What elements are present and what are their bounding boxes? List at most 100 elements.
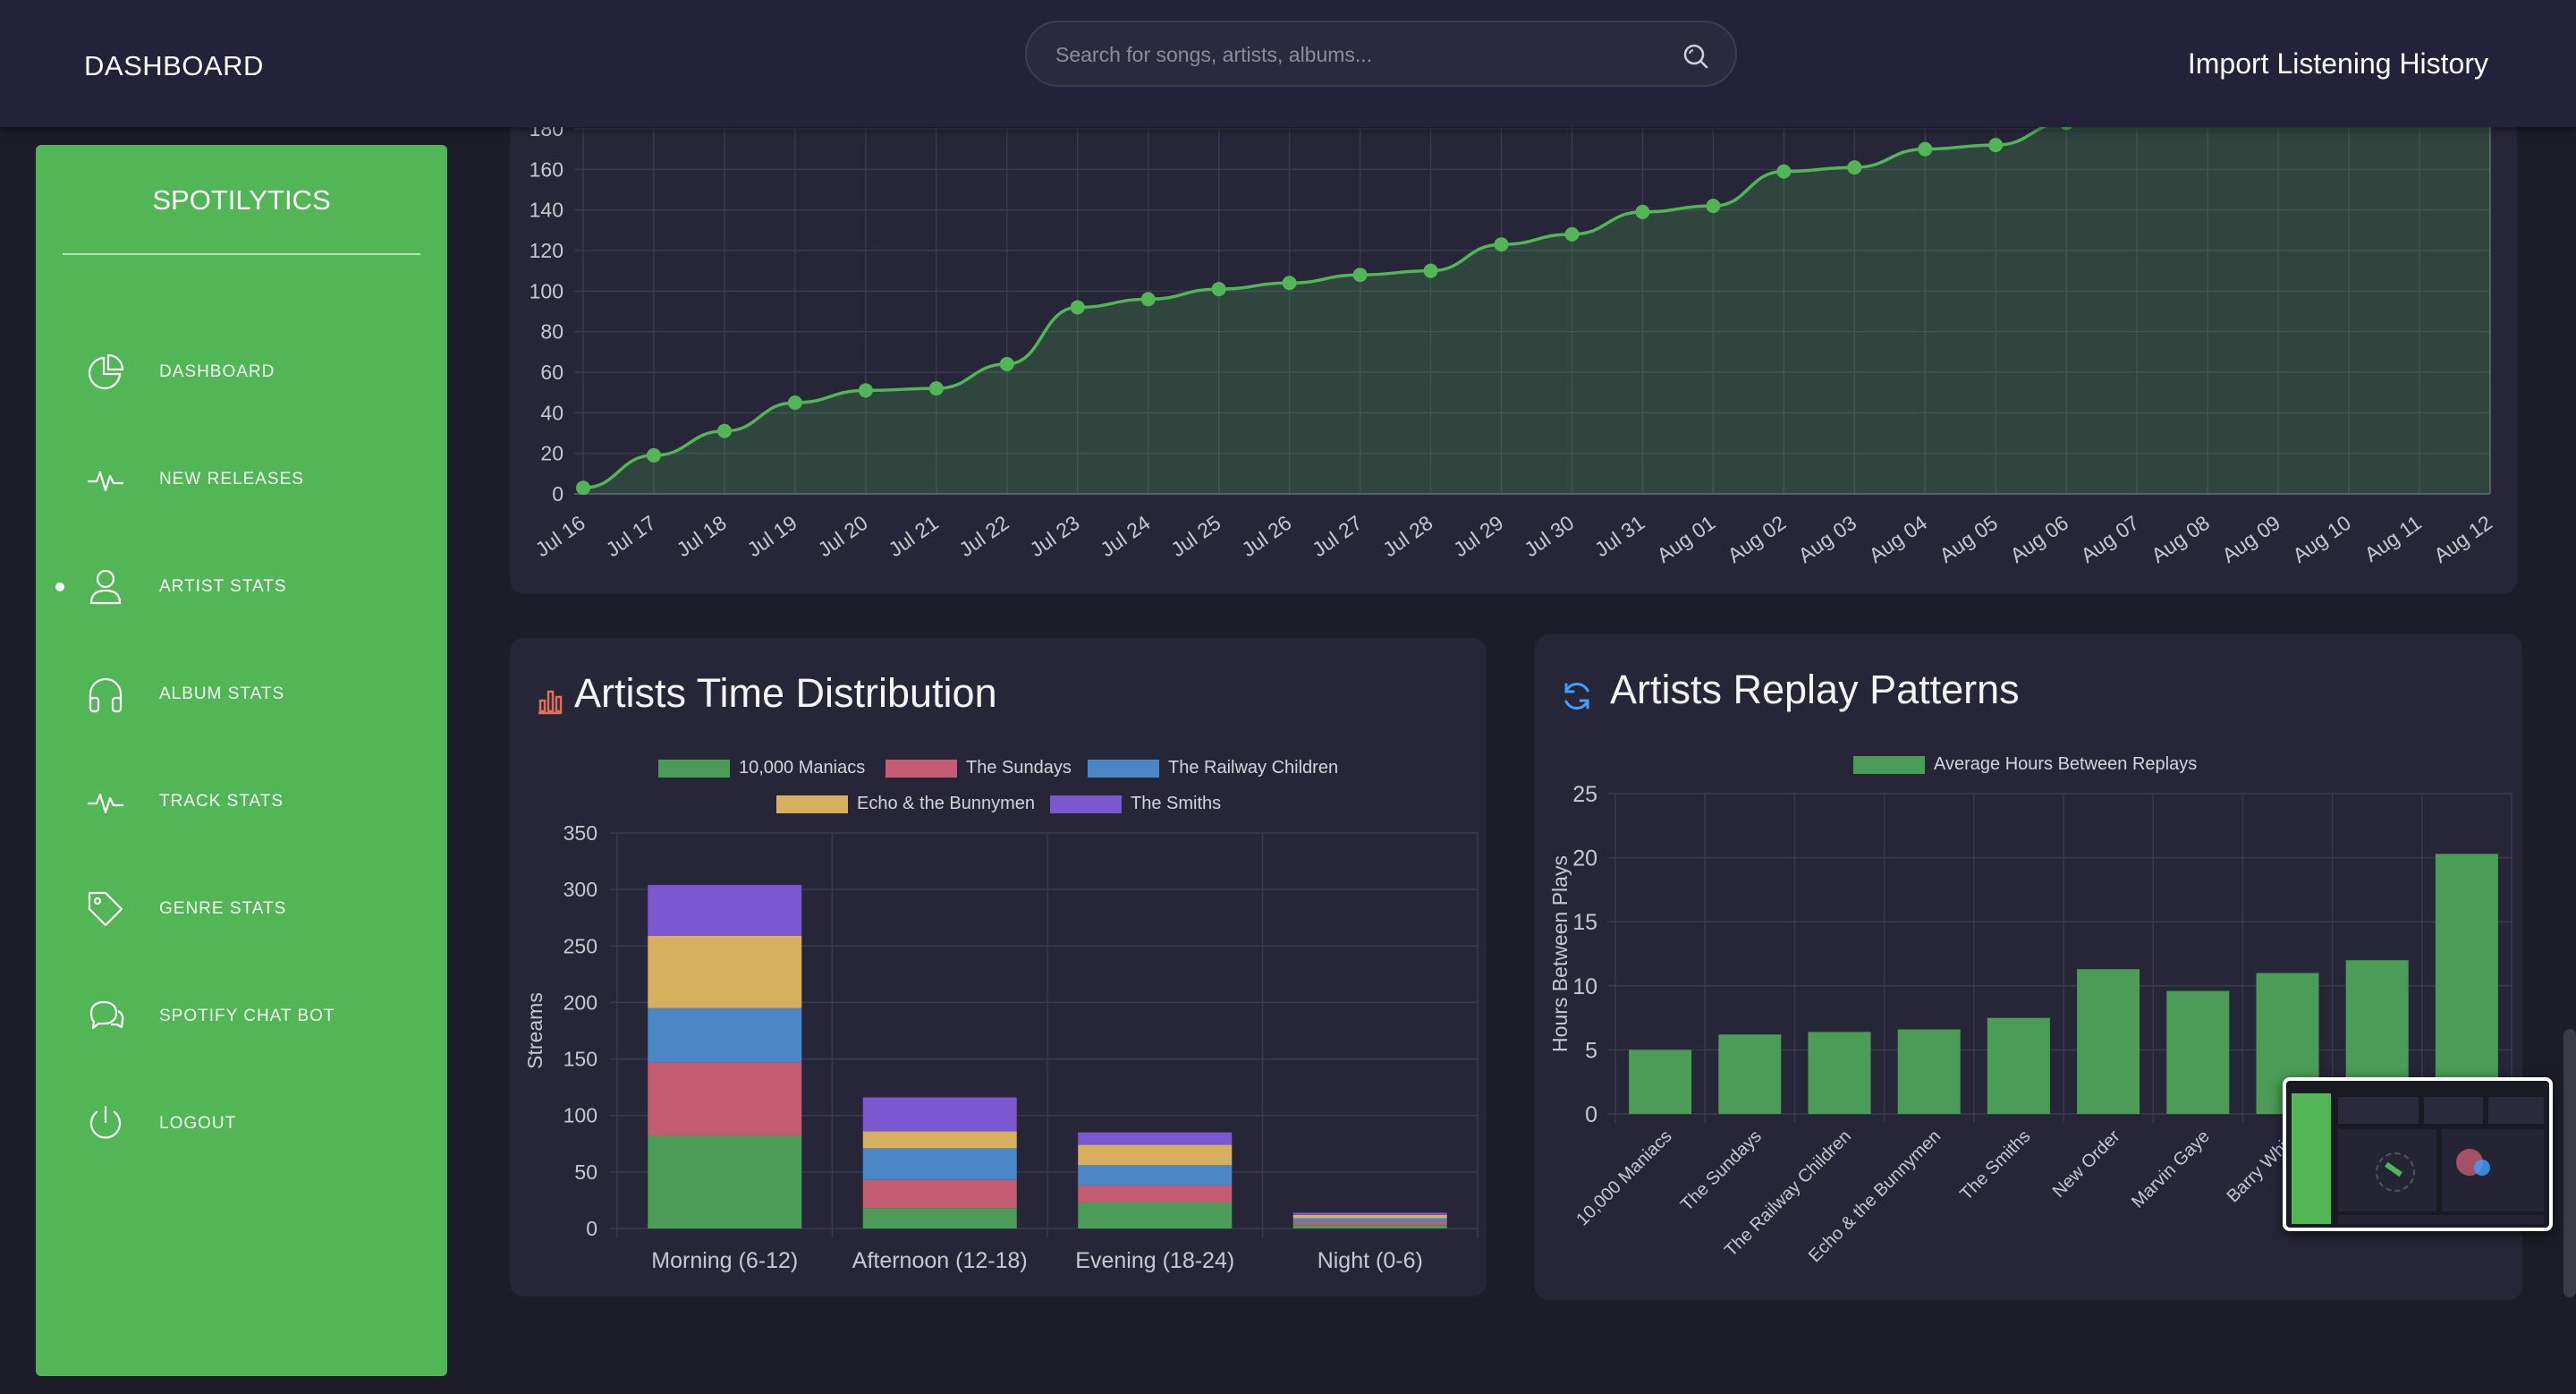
- sidebar-item-new-releases[interactable]: NEW RELEASES: [36, 444, 447, 515]
- x-tick-label: Aug 02: [1724, 511, 1791, 567]
- y-tick-label: 250: [564, 934, 597, 957]
- y-tick-label: 350: [564, 821, 597, 845]
- bar-segment: [1078, 1165, 1233, 1186]
- data-point: [858, 383, 873, 398]
- bar-segment: [1292, 1214, 1447, 1219]
- sidebar-item-logout[interactable]: LOGOUT: [36, 1088, 447, 1160]
- sidebar-item-genre-stats[interactable]: GENRE STATS: [36, 873, 447, 945]
- x-tick-label: Jul 27: [1308, 511, 1366, 562]
- sidebar-item-dashboard[interactable]: DASHBOARD: [36, 336, 447, 408]
- chat-icon: [86, 997, 125, 1036]
- thumbnail-panel: [2424, 1097, 2483, 1124]
- x-tick-label: Aug 11: [2360, 511, 2426, 566]
- y-tick-label: 25: [1572, 782, 1597, 807]
- sidebar: SPOTILYTICS DASHBOARD NEW RELEASES ARTIS…: [36, 145, 447, 1376]
- y-tick-label: 40: [540, 401, 564, 424]
- cumulative-streams-line-chart: 020406080100120140160180Jul 16 Jul 17 Jul …: [530, 54, 2496, 567]
- pie-chart-icon: [86, 353, 125, 392]
- sidebar-title: SPOTILYTICS: [152, 184, 331, 216]
- x-tick-label: Night (0-6): [1318, 1248, 1423, 1273]
- y-tick-label: 80: [540, 320, 564, 344]
- bar-segment: [1078, 1144, 1233, 1166]
- bar: [2166, 990, 2230, 1114]
- y-tick-label: 0: [1585, 1102, 1597, 1127]
- x-tick-label: Jul 18: [673, 511, 731, 562]
- sidebar-item-label: ARTIST STATS: [159, 577, 287, 596]
- bar-segment: [648, 935, 802, 1008]
- bar: [1987, 1017, 2050, 1114]
- search-icon[interactable]: [1682, 42, 1710, 75]
- screenshot-thumbnail[interactable]: [2283, 1077, 2553, 1231]
- data-point: [1070, 300, 1085, 315]
- x-tick-label: Jul 16: [531, 511, 589, 562]
- pulse-icon: [86, 460, 125, 499]
- data-point: [1140, 292, 1156, 307]
- bar-segment: [1078, 1132, 1233, 1145]
- y-tick-label: 120: [530, 239, 564, 262]
- sidebar-item-label: GENRE STATS: [159, 899, 287, 918]
- user-icon: [86, 567, 125, 607]
- search-box[interactable]: [1025, 21, 1737, 87]
- x-tick-label: The Smiths: [1956, 1126, 2034, 1204]
- x-tick-label: Jul 23: [1025, 511, 1083, 562]
- scrollbar-thumb[interactable]: [2563, 1029, 2576, 1297]
- bar-segment: [862, 1097, 1017, 1132]
- y-tick-label: 160: [530, 157, 564, 181]
- y-tick-label: 100: [564, 1104, 597, 1127]
- x-tick-label: Aug 04: [1865, 511, 1932, 567]
- data-point: [1988, 138, 2004, 153]
- y-tick-label: 5: [1585, 1038, 1597, 1063]
- data-point: [1847, 160, 1862, 175]
- data-point: [999, 356, 1014, 371]
- y-tick-label: 0: [552, 482, 564, 506]
- x-tick-label: Jul 29: [1449, 511, 1507, 562]
- search-input[interactable]: [1054, 22, 1665, 87]
- sidebar-item-label: NEW RELEASES: [159, 470, 304, 489]
- x-tick-label: Jul 22: [954, 511, 1013, 562]
- y-tick-label: 50: [574, 1160, 597, 1184]
- y-tick-label: 300: [564, 878, 597, 901]
- bar-segment: [862, 1179, 1017, 1209]
- data-point: [1282, 276, 1297, 291]
- bar-segment: [648, 1135, 802, 1228]
- thumbnail-panel: [2442, 1129, 2544, 1211]
- x-tick-label: Aug 05: [1935, 511, 2002, 567]
- sidebar-item-album-stats[interactable]: ALBUM STATS: [36, 659, 447, 730]
- sidebar-item-spotify-chat-bot[interactable]: SPOTIFY CHAT BOT: [36, 981, 447, 1052]
- y-tick-label: 140: [530, 199, 564, 222]
- data-point: [1423, 263, 1438, 278]
- data-point: [576, 480, 590, 496]
- sidebar-item-label: DASHBOARD: [159, 362, 275, 381]
- x-tick-label: Jul 17: [602, 511, 660, 562]
- bar-segment: [648, 1007, 802, 1063]
- bar-segment: [648, 885, 802, 936]
- x-tick-label: Aug 03: [1794, 511, 1861, 567]
- y-tick-label: 10: [1572, 974, 1597, 999]
- stacked-bar-chart: 0 50 100 150 200 250 300 350 Streams Morning (6-1…: [523, 821, 1479, 1273]
- y-axis-label: Streams: [523, 992, 547, 1069]
- import-listening-history-link[interactable]: Import Listening History: [2188, 47, 2488, 81]
- x-tick-label: Jul 20: [814, 511, 872, 562]
- sidebar-item-label: TRACK STATS: [159, 792, 284, 811]
- sidebar-item-artist-stats[interactable]: ARTIST STATS: [36, 551, 447, 623]
- data-point: [1706, 199, 1721, 214]
- y-tick-label: 60: [540, 361, 564, 384]
- y-axis-label: Hours Between Plays: [1548, 855, 1572, 1052]
- bar: [2077, 969, 2140, 1114]
- headphones-icon: [86, 675, 125, 714]
- y-tick-label: 15: [1572, 910, 1597, 935]
- data-point: [928, 381, 944, 396]
- x-tick-label: New Order: [2049, 1126, 2124, 1202]
- sidebar-item-label: ALBUM STATS: [159, 684, 285, 703]
- data-point: [1918, 141, 1933, 157]
- bar-segment: [1292, 1221, 1447, 1226]
- sidebar-item-label: LOGOUT: [159, 1114, 237, 1133]
- bar-segment: [1292, 1225, 1447, 1228]
- x-tick-label: Morning (6-12): [651, 1248, 798, 1273]
- top-bar: DASHBOARD Import Listening History: [0, 0, 2576, 127]
- x-tick-label: Aug 10: [2288, 511, 2355, 567]
- brand-title[interactable]: DASHBOARD: [84, 50, 264, 82]
- sidebar-item-track-stats[interactable]: TRACK STATS: [36, 766, 447, 837]
- x-tick-label: Aug 01: [1653, 511, 1720, 567]
- bar: [1629, 1050, 1692, 1114]
